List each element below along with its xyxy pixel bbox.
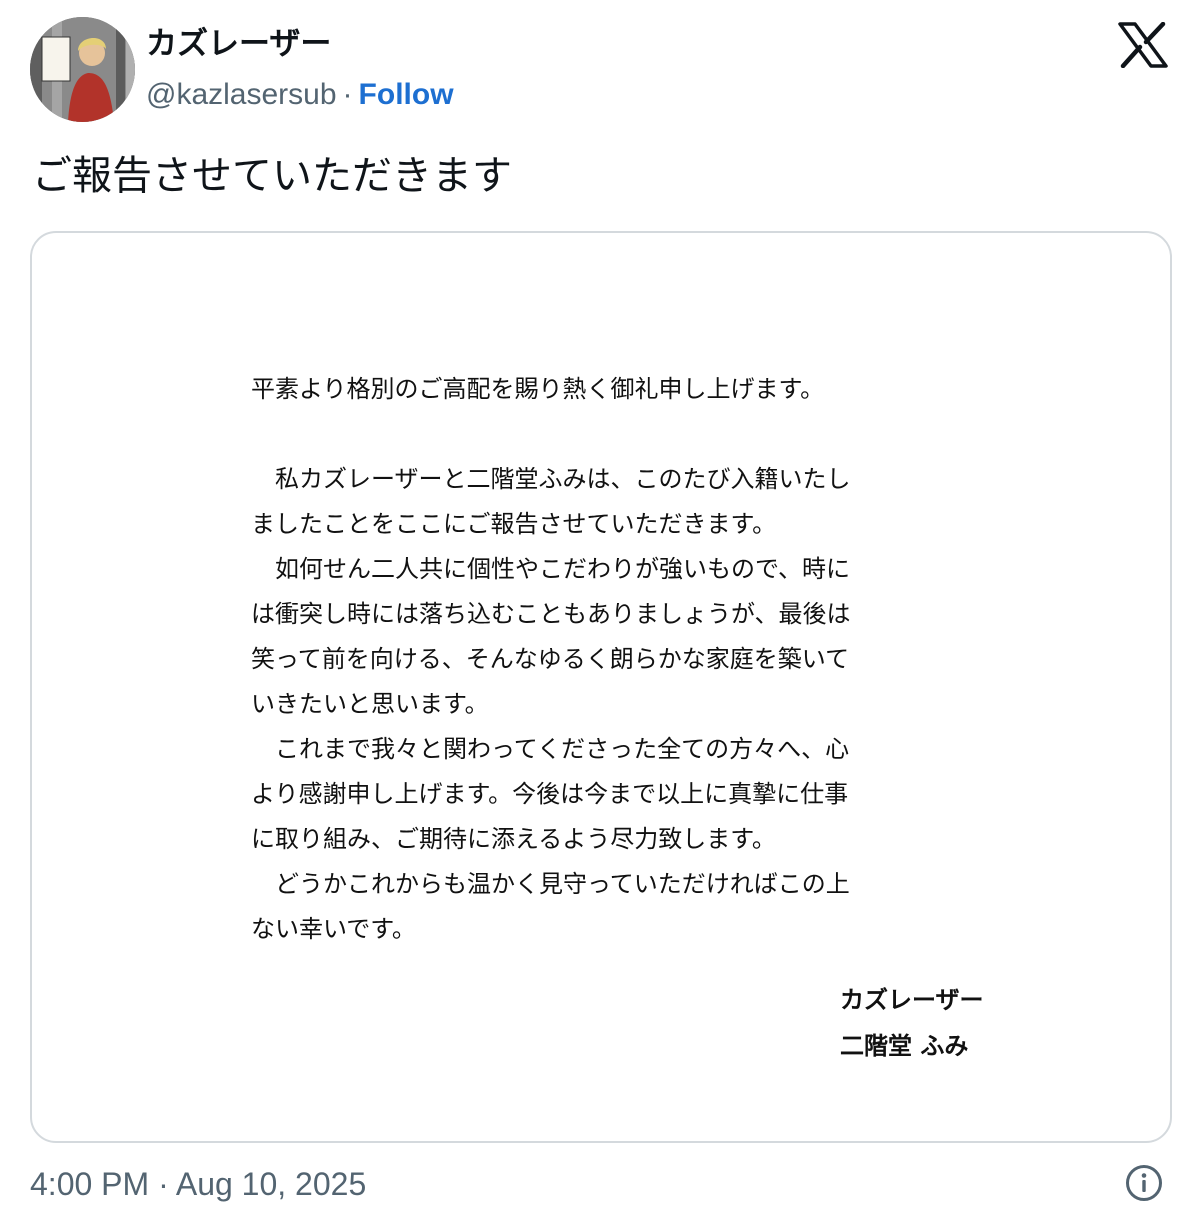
letter-line: ましたことをここにご報告させていただきます。 [251,510,777,538]
separator-dot: · [342,78,353,111]
letter-line: に取り組み、ご期待に添えるよう尽力致します。 [251,825,776,853]
letter-line: いきたいと思います。 [251,690,489,718]
user-handle[interactable]: @kazlasersub [146,78,337,111]
letter-line: 如何せん二人共に個性やこだわりが強いもので、時に [251,555,851,583]
avatar[interactable] [30,17,135,122]
display-name[interactable]: カズレーザー [146,24,331,64]
letter-line: 私カズレーザーと二階堂ふみは、このたび入籍いたし [251,465,851,493]
handle-row: @kazlasersub · Follow [146,76,454,114]
letter-line: 笑って前を向ける、そんなゆるく朗らかな家庭を築いて [251,645,850,673]
attached-image[interactable]: 平素より格別のご高配を賜り熱く御礼申し上げます。 私カズレーザーと二階堂ふみは、… [30,231,1172,1143]
letter-line: は衝突し時には落ち込むこともありましょうが、最後は [251,600,851,628]
letter-line: どうかこれからも温かく見守っていただければこの上 [251,870,850,898]
letter-line: ない幸いです。 [251,915,416,943]
letter-line: 平素より格別のご高配を賜り熱く御礼申し上げます。 [251,375,825,403]
letter-line: より感謝申し上げます。今後は今まで以上に真摯に仕事 [251,780,849,808]
tweet-text: ご報告させていただきます [32,153,512,199]
signature-name: 二階堂 ふみ [840,1032,969,1060]
follow-button[interactable]: Follow [359,78,454,111]
letter-line: これまで我々と関わってくださった全ての方々へ、心 [251,735,850,763]
timestamp[interactable]: 4:00 PM · Aug 10, 2025 [30,1164,366,1204]
signature-name: カズレーザー [840,986,984,1014]
info-icon[interactable] [1124,1163,1164,1203]
x-logo-icon[interactable] [1118,21,1168,69]
